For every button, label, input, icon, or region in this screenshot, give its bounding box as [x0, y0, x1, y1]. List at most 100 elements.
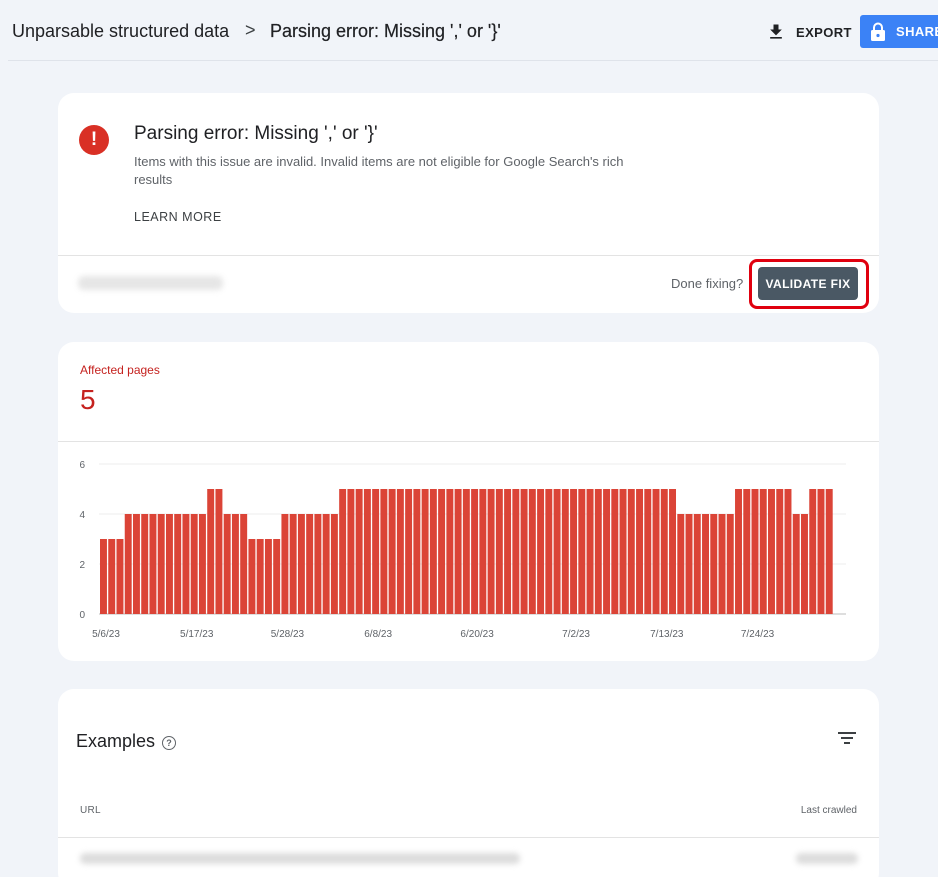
- bar[interactable]: [281, 514, 289, 614]
- bar[interactable]: [454, 489, 462, 614]
- bar[interactable]: [372, 489, 380, 614]
- bar[interactable]: [759, 489, 767, 614]
- bar[interactable]: [157, 514, 165, 614]
- bar[interactable]: [677, 514, 685, 614]
- column-header-last-crawled[interactable]: Last crawled: [801, 805, 857, 816]
- bar[interactable]: [553, 489, 561, 614]
- bar[interactable]: [636, 489, 644, 614]
- bar[interactable]: [380, 489, 388, 614]
- bar[interactable]: [116, 539, 124, 614]
- bar[interactable]: [561, 489, 569, 614]
- bar[interactable]: [355, 489, 363, 614]
- bar[interactable]: [438, 489, 446, 614]
- bar[interactable]: [825, 489, 833, 614]
- bar[interactable]: [231, 514, 239, 614]
- top-bar-divider: [8, 60, 938, 61]
- bar[interactable]: [132, 514, 140, 614]
- bar[interactable]: [751, 489, 759, 614]
- bar[interactable]: [141, 514, 149, 614]
- bar[interactable]: [248, 539, 256, 614]
- bar[interactable]: [215, 489, 223, 614]
- bar[interactable]: [528, 489, 536, 614]
- bar[interactable]: [801, 514, 808, 614]
- bar[interactable]: [743, 489, 751, 614]
- bar[interactable]: [603, 489, 611, 614]
- bar[interactable]: [479, 489, 487, 614]
- bar[interactable]: [446, 489, 454, 614]
- bar[interactable]: [421, 489, 429, 614]
- bar[interactable]: [594, 489, 602, 614]
- bar[interactable]: [339, 489, 347, 614]
- bar[interactable]: [578, 489, 586, 614]
- bar[interactable]: [809, 489, 817, 614]
- bar[interactable]: [429, 489, 437, 614]
- bar[interactable]: [108, 539, 116, 614]
- bar[interactable]: [413, 489, 421, 614]
- bar[interactable]: [330, 514, 338, 614]
- bar[interactable]: [190, 514, 198, 614]
- export-button[interactable]: EXPORT: [766, 18, 852, 46]
- breadcrumb-parent[interactable]: Unparsable structured data: [12, 21, 229, 42]
- bar[interactable]: [718, 514, 726, 614]
- bar[interactable]: [149, 514, 157, 614]
- column-header-url[interactable]: URL: [80, 805, 101, 816]
- bar[interactable]: [669, 489, 677, 614]
- bar[interactable]: [314, 514, 322, 614]
- bar[interactable]: [792, 514, 800, 614]
- bar[interactable]: [182, 514, 190, 614]
- bar[interactable]: [693, 514, 701, 614]
- bar[interactable]: [702, 514, 709, 614]
- redacted-example-url[interactable]: [80, 853, 520, 864]
- share-button[interactable]: SHARE: [860, 15, 938, 48]
- bar[interactable]: [289, 514, 297, 614]
- bar[interactable]: [537, 489, 545, 614]
- bar[interactable]: [710, 514, 718, 614]
- bar[interactable]: [347, 489, 355, 614]
- bar[interactable]: [586, 489, 594, 614]
- validate-fix-button[interactable]: VALIDATE FIX: [758, 267, 858, 300]
- bar[interactable]: [396, 489, 404, 614]
- bar[interactable]: [223, 514, 231, 614]
- bar[interactable]: [471, 489, 479, 614]
- bar[interactable]: [487, 489, 495, 614]
- bar[interactable]: [726, 514, 734, 614]
- bar[interactable]: [363, 489, 371, 614]
- bar[interactable]: [240, 514, 248, 614]
- bar[interactable]: [306, 514, 314, 614]
- bar[interactable]: [100, 539, 107, 614]
- bar[interactable]: [570, 489, 578, 614]
- bar[interactable]: [784, 489, 792, 614]
- learn-more-link[interactable]: LEARN MORE: [134, 210, 222, 224]
- bar[interactable]: [297, 514, 305, 614]
- bar[interactable]: [165, 514, 173, 614]
- bar[interactable]: [207, 489, 215, 614]
- bar[interactable]: [685, 514, 693, 614]
- bar[interactable]: [273, 539, 281, 614]
- bar[interactable]: [124, 514, 132, 614]
- bar[interactable]: [652, 489, 660, 614]
- bar[interactable]: [627, 489, 635, 614]
- bar[interactable]: [198, 514, 206, 614]
- bar[interactable]: [644, 489, 652, 614]
- bar[interactable]: [462, 489, 470, 614]
- bar[interactable]: [660, 489, 668, 614]
- bar[interactable]: [388, 489, 396, 614]
- bar[interactable]: [768, 489, 775, 614]
- bar[interactable]: [256, 539, 264, 614]
- bar[interactable]: [495, 489, 503, 614]
- bar[interactable]: [520, 489, 528, 614]
- bar[interactable]: [504, 489, 512, 614]
- bar[interactable]: [817, 489, 825, 614]
- filter-icon[interactable]: [836, 729, 858, 747]
- bar[interactable]: [776, 489, 784, 614]
- bar[interactable]: [174, 514, 182, 614]
- bar[interactable]: [619, 489, 627, 614]
- bar[interactable]: [264, 539, 272, 614]
- bar[interactable]: [545, 489, 553, 614]
- bar[interactable]: [512, 489, 520, 614]
- bar[interactable]: [735, 489, 742, 614]
- bar[interactable]: [322, 514, 330, 614]
- bar[interactable]: [405, 489, 413, 614]
- bar[interactable]: [611, 489, 619, 614]
- help-icon[interactable]: ?: [162, 736, 176, 750]
